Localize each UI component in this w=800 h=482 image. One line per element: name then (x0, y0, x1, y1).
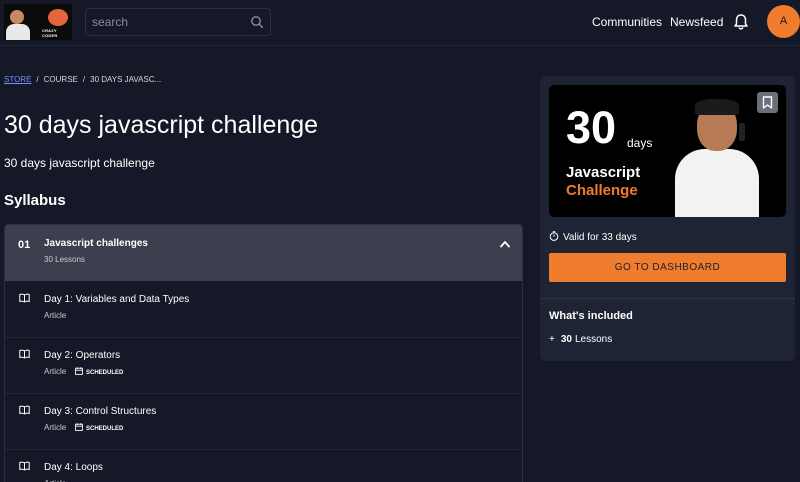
validity-text: Valid for 33 days (563, 232, 637, 243)
lesson-title: Day 1: Variables and Data Types (44, 294, 190, 305)
lesson-type: Article (44, 311, 67, 320)
module-header[interactable]: 01 Javascript challenges 30 Lessons (5, 225, 522, 281)
thumbnail-line1: Javascript (566, 164, 641, 181)
search-input[interactable] (92, 13, 242, 31)
syllabus-heading: Syllabus (4, 192, 66, 209)
scheduled-label: SCHEDULED (86, 426, 124, 432)
search-box[interactable] (85, 8, 271, 36)
lesson-item[interactable]: Day 4: Loops Article (5, 450, 522, 482)
bookmark-button[interactable] (757, 92, 778, 113)
lesson-title: Day 3: Control Structures (44, 406, 157, 417)
timer-icon (549, 231, 559, 241)
lesson-item[interactable]: Day 1: Variables and Data Types Article (5, 282, 522, 338)
breadcrumb-current: 30 DAYS JAVASC... (90, 75, 162, 84)
included-item: +30 Lessons (549, 334, 612, 345)
thumbnail-line2: Challenge (566, 182, 638, 199)
scheduled-label: SCHEDULED (86, 370, 124, 376)
lesson-item[interactable]: Day 2: Operators Article SCHEDULED (5, 338, 522, 394)
lesson-type: Article (44, 423, 67, 432)
bell-icon[interactable] (733, 13, 749, 31)
lesson-item[interactable]: Day 3: Control Structures Article SCHEDU… (5, 394, 522, 450)
lesson-title: Day 4: Loops (44, 462, 103, 473)
user-avatar[interactable]: A (767, 5, 800, 38)
logo-person-body (6, 24, 30, 40)
scheduled-badge: SCHEDULED (75, 367, 123, 376)
lesson-title: Day 2: Operators (44, 350, 121, 361)
breadcrumb-course[interactable]: COURSE (44, 75, 78, 84)
whats-included-heading: What's included (549, 310, 633, 322)
syllabus-list: 01 Javascript challenges 30 Lessons Day … (4, 224, 523, 482)
go-to-dashboard-button[interactable]: GO TO DASHBOARD (549, 253, 786, 282)
plus-icon: + (549, 334, 555, 345)
page-title: 30 days javascript challenge (4, 111, 319, 139)
presenter-body (675, 149, 759, 217)
breadcrumb-separator: / (82, 75, 86, 84)
module-lesson-count: 30 Lessons (44, 255, 85, 264)
course-thumbnail: 30 days Javascript Challenge (549, 85, 786, 217)
lesson-type: Article (44, 367, 67, 376)
thumbnail-days: days (627, 136, 653, 150)
presenter-hair (695, 99, 739, 115)
site-logo[interactable]: CRAZY CODER (4, 4, 72, 40)
card-divider (540, 298, 795, 299)
book-icon (19, 349, 30, 359)
search-icon[interactable] (250, 15, 264, 29)
logo-text: CRAZY CODER (42, 28, 58, 38)
thumbnail-number: 30 (566, 102, 617, 153)
logo-badge (48, 9, 68, 26)
validity-info: Valid for 33 days (549, 231, 637, 243)
breadcrumb-separator: / (36, 75, 39, 84)
module-number: 01 (18, 239, 31, 251)
book-icon (19, 293, 30, 303)
breadcrumb: STORE / COURSE / 30 DAYS JAVASC... (4, 75, 161, 84)
scheduled-badge: SCHEDULED (75, 423, 123, 432)
book-icon (19, 405, 30, 415)
book-icon (19, 461, 30, 471)
chevron-up-icon[interactable] (500, 240, 510, 248)
calendar-icon (75, 367, 83, 375)
included-label: Lessons (574, 334, 613, 345)
top-bar: CRAZY CODER Communities Newsfeed A (0, 0, 800, 46)
bookmark-icon (762, 96, 773, 109)
included-count: 30 (560, 334, 572, 345)
course-description: 30 days javascript challenge (4, 156, 155, 170)
calendar-icon (75, 423, 83, 431)
nav-newsfeed[interactable]: Newsfeed (670, 15, 723, 29)
logo-person-head (10, 10, 24, 24)
presenter-headphone (739, 123, 745, 141)
nav-communities[interactable]: Communities (592, 15, 662, 29)
course-card: 30 days Javascript Challenge Valid for 3… (540, 76, 795, 361)
breadcrumb-store[interactable]: STORE (4, 75, 31, 84)
module-title: Javascript challenges (44, 238, 148, 249)
